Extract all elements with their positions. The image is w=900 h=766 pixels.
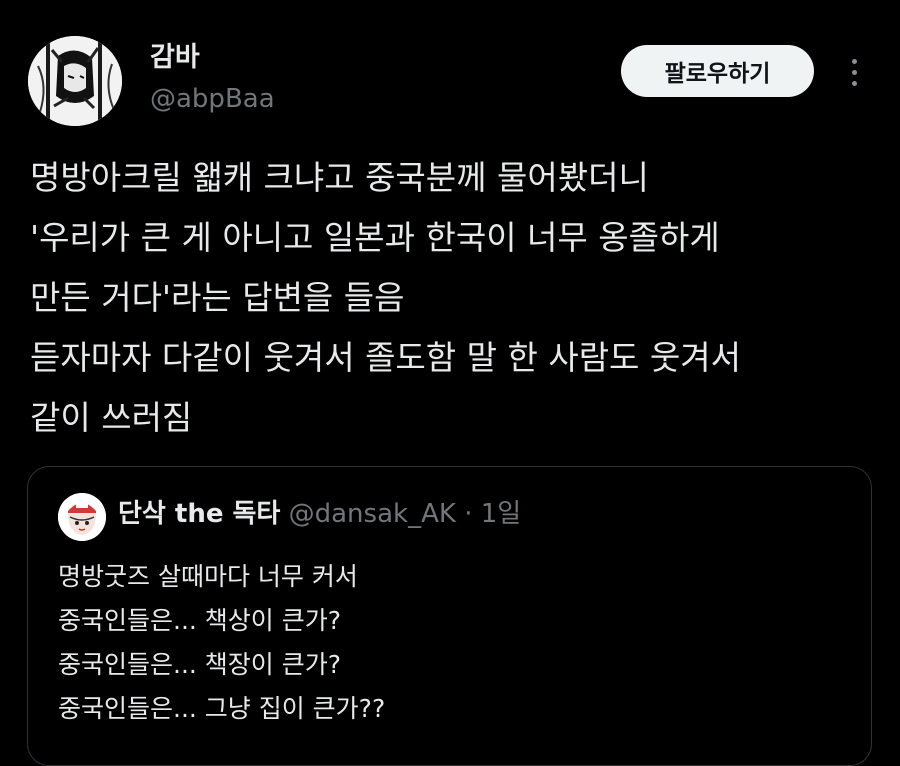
quoted-text-line: 명방굿즈 살때마다 너무 커서: [58, 562, 358, 591]
quoted-text-line: 중국인들은... 책상이 큰가?: [58, 606, 342, 635]
tweet-text-line: 만든 거다'라는 답변을 들음: [30, 278, 405, 317]
author-avatar[interactable]: [28, 36, 122, 126]
quoted-tweet-header: 단삭 the 독타 @dansak_AK · 1일: [118, 501, 521, 527]
author-handle[interactable]: @abpBaa: [150, 86, 275, 112]
tweet-text: 명방아크릴 왧캐 크냐고 중국분께 물어봤더니 '우리가 큰 게 아니고 일본과…: [30, 148, 890, 448]
tweet-text-line: '우리가 큰 게 아니고 일본과 한국이 너무 옹졸하게: [30, 218, 720, 257]
quoted-author-avatar[interactable]: [58, 493, 106, 541]
tweet-text-line: 듣자마자 다같이 웃겨서 졸도함 말 한 사람도 웃겨서: [30, 338, 741, 377]
header-separator: ·: [464, 499, 473, 529]
more-dot: [851, 80, 857, 86]
quoted-text-line: 중국인들은... 책장이 큰가?: [58, 650, 342, 679]
quoted-author-handle[interactable]: @dansak_AK: [289, 499, 456, 529]
more-dot: [851, 58, 857, 64]
quoted-author-display-name[interactable]: 단삭 the 독타: [118, 499, 280, 529]
quoted-text-line: 중국인들은... 그냥 집이 큰가??: [58, 694, 386, 723]
manga-avatar-icon: [28, 36, 122, 126]
quoted-tweet-time[interactable]: 1일: [481, 499, 521, 529]
quoted-tweet-text: 명방굿즈 살때마다 너무 커서 중국인들은... 책상이 큰가? 중국인들은..…: [58, 555, 385, 731]
character-avatar-icon: [58, 493, 106, 541]
tweet-text-line: 명방아크릴 왧캐 크냐고 중국분께 물어봤더니: [30, 158, 649, 197]
author-display-name[interactable]: 감바: [150, 44, 200, 71]
more-dot: [851, 69, 857, 75]
tweet-text-line: 같이 쓰러짐: [30, 398, 193, 437]
more-options-icon[interactable]: [842, 52, 866, 92]
quoted-tweet-card[interactable]: 단삭 the 독타 @dansak_AK · 1일 명방굿즈 살때마다 너무 커…: [27, 466, 872, 766]
follow-button[interactable]: 팔로우하기: [621, 45, 814, 97]
